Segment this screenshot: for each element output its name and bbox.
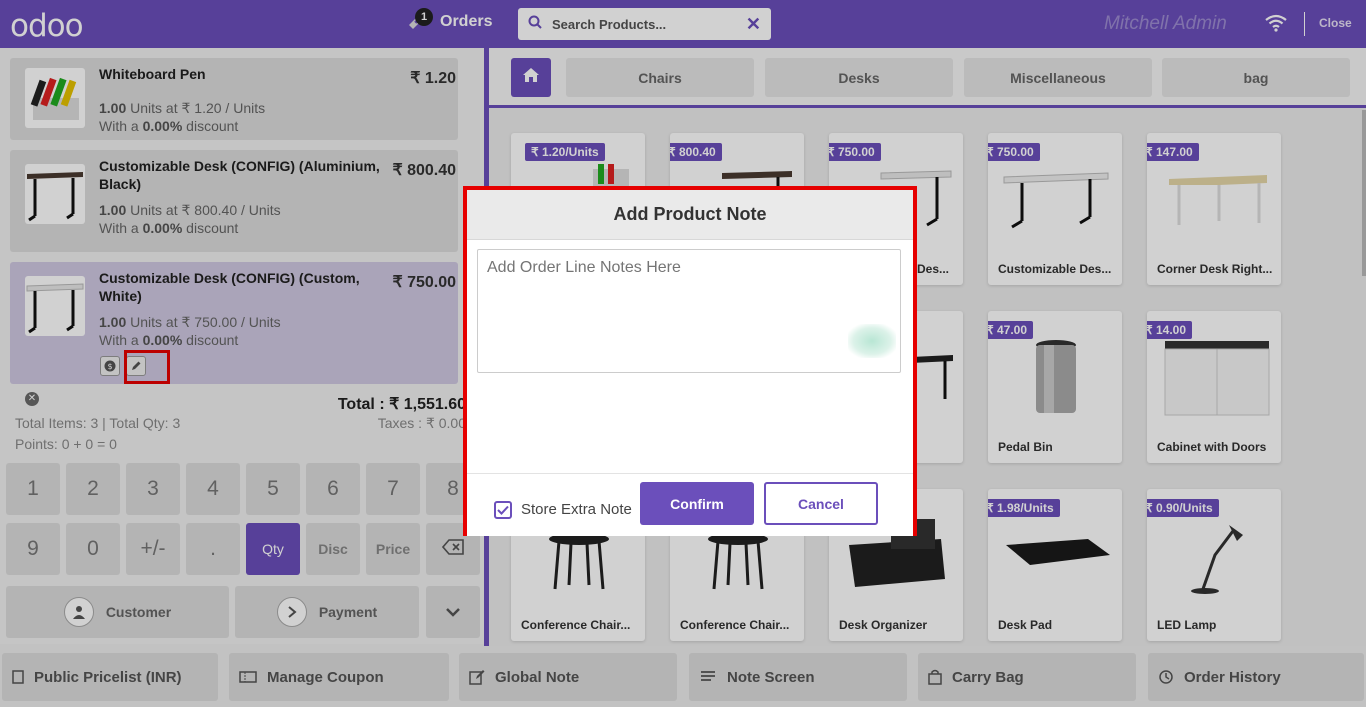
cancel-button[interactable]: Cancel — [764, 482, 878, 525]
store-extra-note-checkbox[interactable] — [494, 501, 512, 519]
add-product-note-dialog: Add Product Note Store Extra Note Confir… — [463, 186, 917, 536]
confirm-button[interactable]: Confirm — [640, 482, 754, 525]
note-textarea[interactable] — [477, 249, 901, 373]
store-extra-note-label[interactable]: Store Extra Note — [521, 501, 632, 518]
blurred-region — [848, 324, 896, 358]
dialog-title: Add Product Note — [467, 190, 913, 240]
dialog-footer: Store Extra Note Confirm Cancel — [467, 473, 913, 536]
